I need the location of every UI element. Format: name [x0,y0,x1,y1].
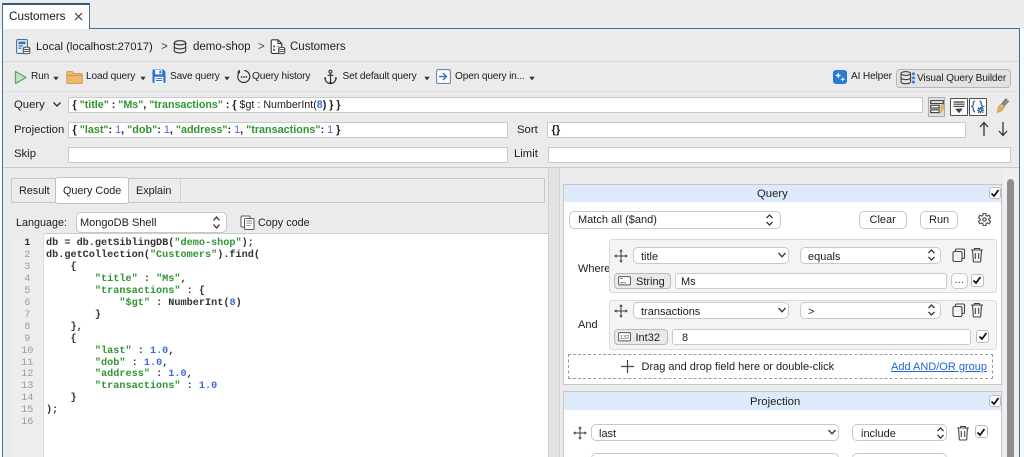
svg-text:132: 132 [620,335,629,341]
